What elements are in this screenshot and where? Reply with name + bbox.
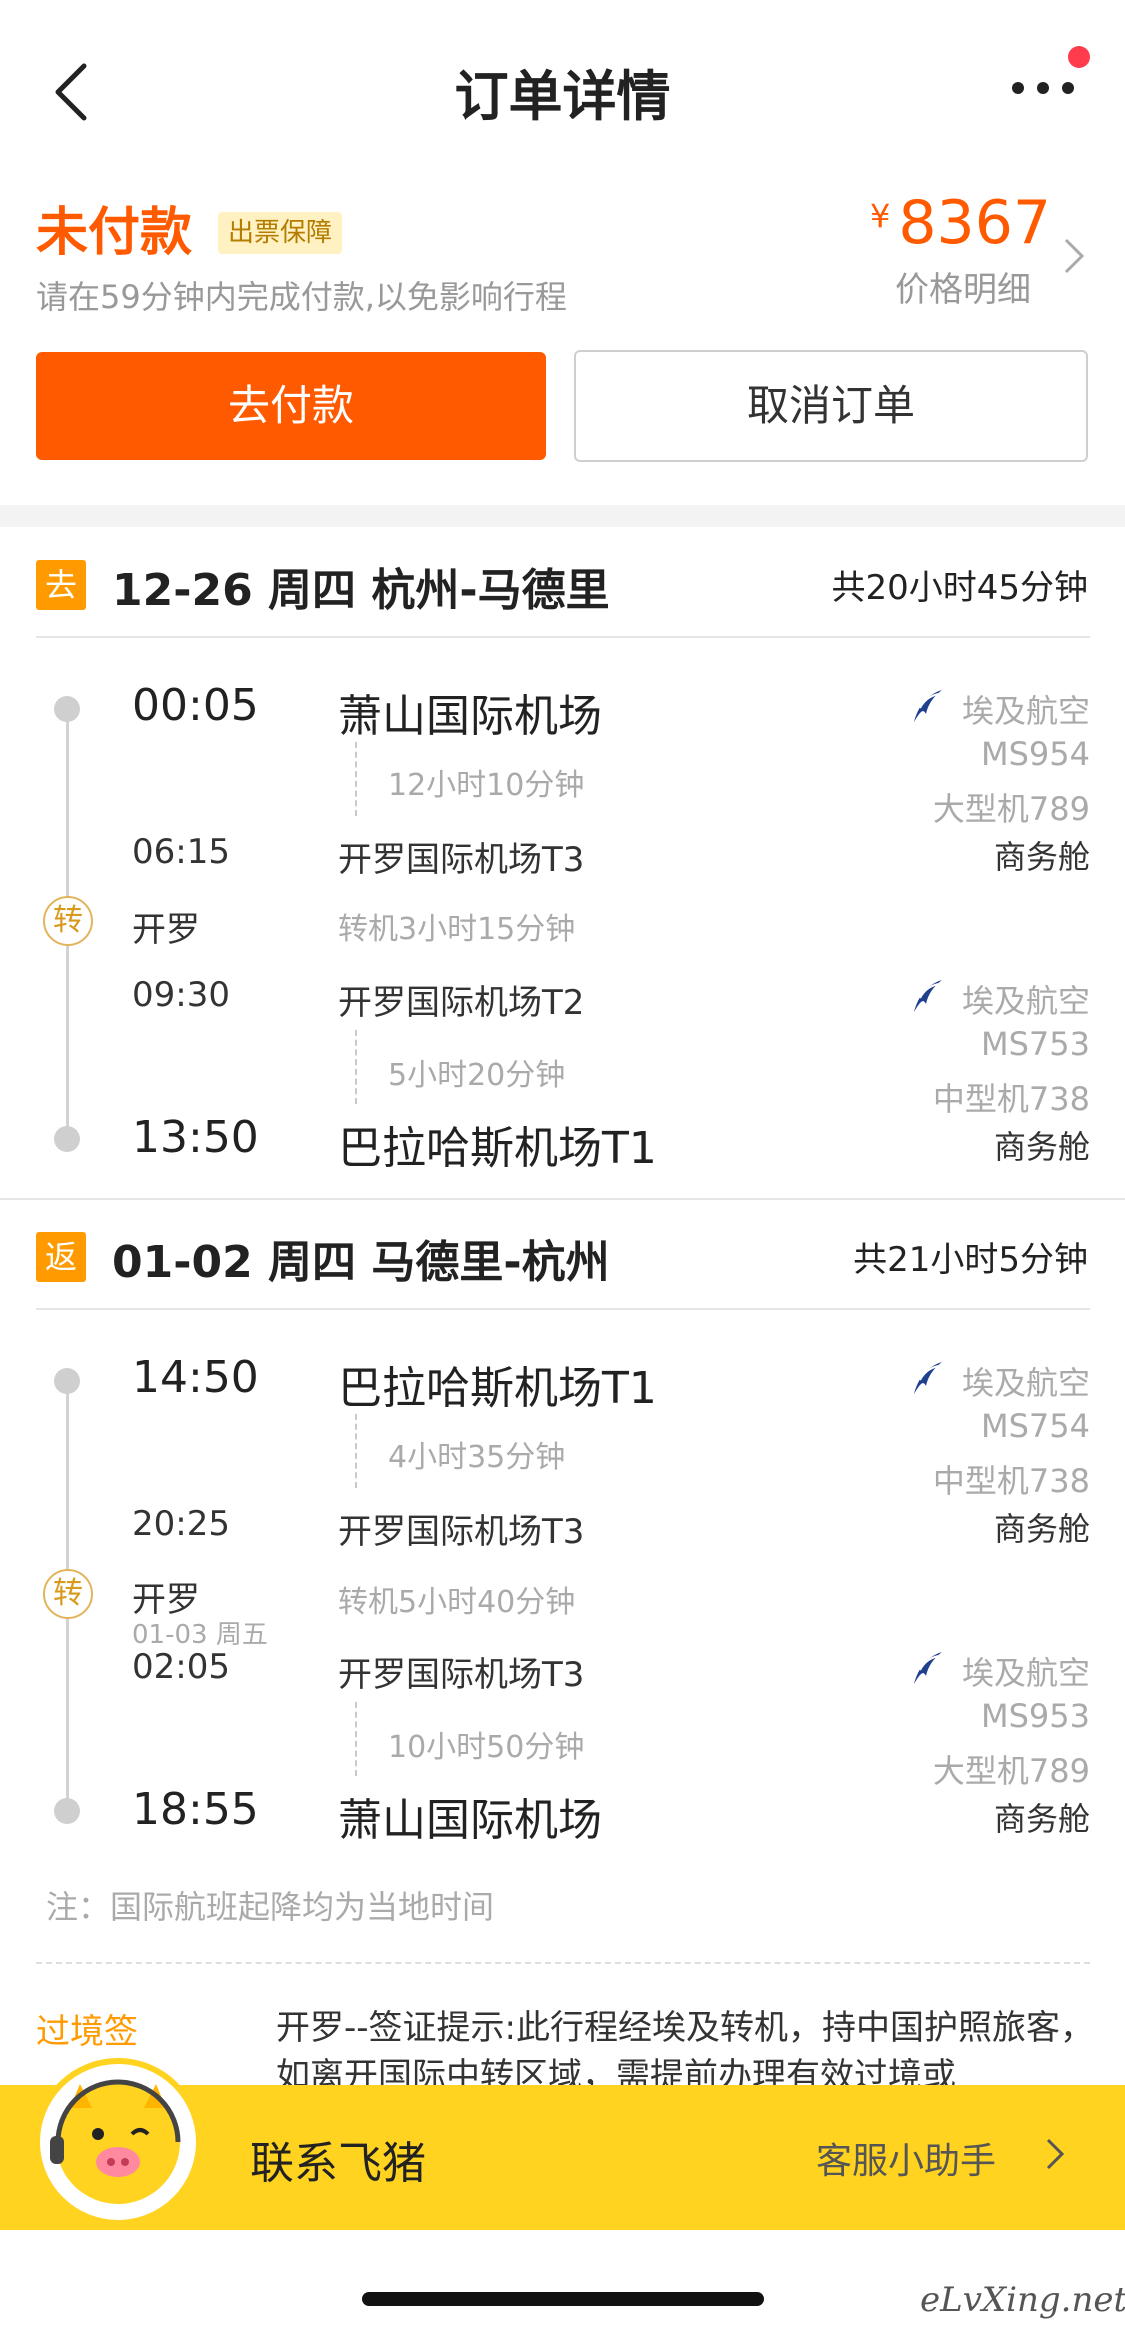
departure-airport: 巴拉哈斯机场T1	[338, 1363, 657, 1414]
outbound-tag: 去	[36, 560, 86, 610]
return-total-duration: 共21小时5分钟	[853, 1240, 1088, 1280]
departure-time: 09:30	[132, 975, 230, 1015]
flight-duration: 5小时20分钟	[388, 1058, 566, 1093]
page-title: 订单详情	[454, 65, 671, 128]
watermark: eLvXing.net	[920, 2280, 1125, 2320]
cabin-class: 商务舱	[993, 1128, 1090, 1166]
flight-number: MS754	[981, 1407, 1090, 1445]
flight-duration-dash	[355, 1414, 357, 1488]
aircraft-type: 中型机738	[932, 1080, 1090, 1118]
pay-button[interactable]: 去付款	[36, 352, 546, 460]
cancel-order-button[interactable]: 取消订单	[574, 350, 1088, 462]
chevron-right-icon[interactable]	[1062, 236, 1086, 276]
price-value: 8367	[898, 188, 1052, 258]
more-icon[interactable]	[1010, 78, 1076, 98]
arrival-dot	[54, 1126, 80, 1152]
airline-name: 埃及航空	[961, 692, 1090, 730]
fliggy-mascot-avatar	[34, 2058, 202, 2226]
outbound-total-duration: 共20小时45分钟	[831, 568, 1088, 608]
transit-visa-label: 过境签	[36, 2012, 138, 2052]
departure-airport: 开罗国际机场T3	[338, 1655, 585, 1695]
currency-symbol: ¥	[870, 197, 891, 235]
departure-time: 02:05	[132, 1647, 230, 1687]
price-detail-link[interactable]: 价格明细	[895, 262, 1031, 311]
outbound-title: 12-26 周四 杭州-马德里	[112, 565, 610, 616]
flight-duration: 10小时50分钟	[388, 1730, 585, 1765]
arrival-time: 18:55	[132, 1784, 259, 1835]
flight-duration-dash	[355, 742, 357, 816]
departure-airport: 开罗国际机场T2	[338, 983, 585, 1023]
arrival-airport: 巴拉哈斯机场T1	[338, 1123, 657, 1174]
airline-name: 埃及航空	[961, 982, 1090, 1020]
arrival-airport: 开罗国际机场T3	[338, 1512, 585, 1552]
transfer-icon: 转	[43, 896, 93, 946]
return-tag: 返	[36, 1232, 86, 1282]
transfer-date: 01-03 周五	[132, 1620, 268, 1650]
contact-fliggy-label[interactable]: 联系飞猪	[250, 2127, 426, 2191]
flight-duration-dash	[355, 1702, 357, 1776]
transfer-icon: 转	[43, 1569, 93, 1619]
cabin-class: 商务舱	[993, 838, 1090, 876]
ticket-guarantee-badge: 出票保障	[218, 212, 343, 254]
chevron-right-icon[interactable]	[1044, 2136, 1066, 2172]
arrival-dot	[54, 1798, 80, 1824]
local-time-note: 注：国际航班起降均为当地时间	[46, 1888, 495, 1926]
customer-service-link[interactable]: 客服小助手	[816, 2132, 996, 2184]
arrival-time: 06:15	[132, 832, 230, 872]
total-price[interactable]: ¥8367	[870, 188, 1051, 258]
arrival-airport: 萧山国际机场	[338, 1795, 602, 1846]
aircraft-type: 大型机789	[932, 1752, 1090, 1790]
dashed-divider	[36, 1962, 1090, 1964]
flight-duration-dash	[355, 1030, 357, 1104]
nav-bar: 订单详情	[0, 0, 1125, 180]
order-status: 未付款	[36, 203, 193, 263]
flight-number: MS954	[981, 735, 1090, 773]
home-indicator	[362, 2292, 764, 2306]
arrival-time: 20:25	[132, 1504, 230, 1544]
transfer-duration: 转机5小时40分钟	[338, 1585, 576, 1620]
cabin-class: 商务舱	[993, 1510, 1090, 1548]
flight-number: MS753	[981, 1025, 1090, 1063]
departure-airport: 萧山国际机场	[338, 691, 602, 742]
departure-time: 14:50	[132, 1352, 259, 1403]
airline-name: 埃及航空	[961, 1364, 1090, 1402]
notification-dot	[1068, 46, 1090, 68]
transfer-duration: 转机3小时15分钟	[338, 912, 576, 947]
divider	[36, 636, 1090, 638]
flight-duration: 12小时10分钟	[388, 768, 585, 803]
transfer-city: 开罗	[132, 910, 200, 950]
aircraft-type: 大型机789	[932, 790, 1090, 828]
arrival-airport: 开罗国际机场T3	[338, 840, 585, 880]
airline-name: 埃及航空	[961, 1654, 1090, 1692]
departure-dot	[54, 1368, 80, 1394]
arrival-time: 13:50	[132, 1112, 259, 1163]
flight-number: MS953	[981, 1697, 1090, 1735]
pig-mascot-icon	[50, 2079, 181, 2204]
payment-deadline-text: 请在59分钟内完成付款,以免影响行程	[36, 278, 567, 316]
divider	[0, 1198, 1125, 1200]
return-title: 01-02 周四 马德里-杭州	[112, 1237, 610, 1288]
divider	[36, 1308, 1090, 1310]
section-divider	[0, 505, 1125, 527]
aircraft-type: 中型机738	[932, 1462, 1090, 1500]
cabin-class: 商务舱	[993, 1800, 1090, 1838]
departure-time: 00:05	[132, 680, 259, 731]
departure-dot	[54, 696, 80, 722]
flight-duration: 4小时35分钟	[388, 1440, 566, 1475]
